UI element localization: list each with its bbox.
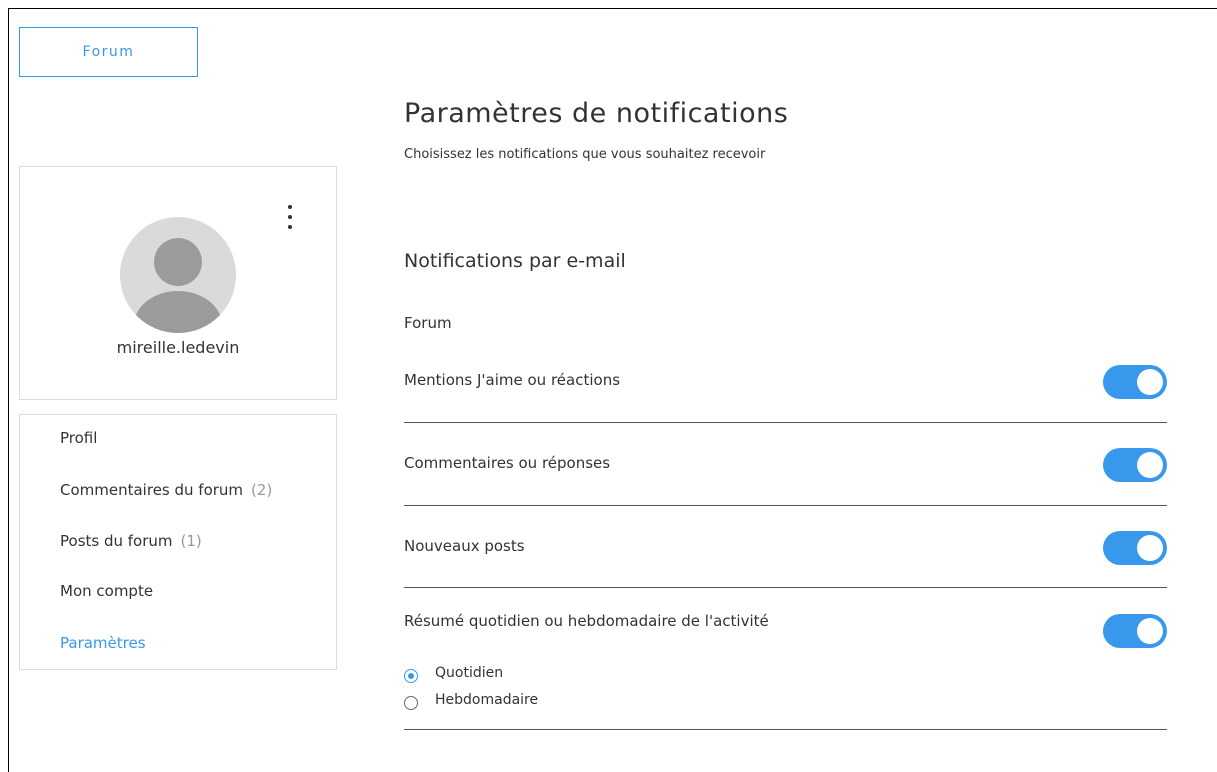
nav-item-my-account[interactable]: Mon compte — [60, 582, 153, 600]
nav-item-label: Profil — [60, 429, 98, 447]
toggle-likes[interactable] — [1103, 365, 1167, 399]
setting-label-comments: Commentaires ou réponses — [404, 454, 611, 472]
toggle-new-posts[interactable] — [1103, 531, 1167, 565]
forum-button[interactable]: Forum — [19, 27, 198, 77]
profile-card: mireille.ledevin — [19, 166, 337, 400]
section-title: Notifications par e-mail — [404, 250, 626, 272]
divider — [404, 422, 1167, 423]
nav-item-label: Mon compte — [60, 582, 154, 600]
toggle-digest[interactable] — [1103, 614, 1167, 648]
divider — [404, 505, 1167, 506]
nav-item-label: Posts du forum — [60, 532, 173, 550]
nav-item-label: Paramètres — [60, 634, 146, 652]
profile-nav: Profil Commentaires du forum (2) Posts du… — [19, 414, 337, 670]
divider — [404, 587, 1167, 588]
nav-item-forum-comments[interactable]: Commentaires du forum (2) — [60, 481, 272, 499]
avatar-icon — [120, 217, 236, 333]
radio-checked-icon[interactable] — [404, 669, 418, 683]
toggle-knob — [1137, 535, 1163, 561]
toggle-comments[interactable] — [1103, 448, 1167, 482]
radio-option-weekly[interactable]: Hebdomadaire — [404, 689, 538, 710]
group-label: Forum — [404, 314, 452, 332]
page-title: Paramètres de notifications — [404, 98, 789, 129]
toggle-knob — [1137, 618, 1163, 644]
setting-label-digest: Résumé quotidien ou hebdomadaire de l'ac… — [404, 612, 769, 630]
radio-option-daily[interactable]: Quotidien — [404, 662, 503, 683]
setting-label-new-posts: Nouveaux posts — [404, 537, 525, 555]
radio-label: Hebdomadaire — [435, 691, 539, 708]
more-options-icon[interactable] — [282, 205, 298, 229]
radio-unchecked-icon[interactable] — [404, 696, 418, 710]
nav-item-count: (1) — [180, 532, 202, 550]
profile-username: mireille.ledevin — [116, 338, 240, 357]
toggle-knob — [1137, 369, 1163, 395]
nav-item-settings[interactable]: Paramètres — [60, 634, 146, 652]
nav-item-profil[interactable]: Profil — [60, 429, 97, 447]
toggle-knob — [1137, 452, 1163, 478]
page-subtitle: Choisissez les notifications que vous so… — [404, 147, 766, 162]
nav-item-forum-posts[interactable]: Posts du forum (1) — [60, 532, 202, 550]
nav-item-label: Commentaires du forum — [60, 481, 244, 499]
radio-label: Quotidien — [435, 664, 504, 681]
divider — [404, 729, 1167, 730]
nav-item-count: (2) — [251, 481, 273, 499]
setting-label-likes: Mentions J'aime ou réactions — [404, 371, 621, 389]
